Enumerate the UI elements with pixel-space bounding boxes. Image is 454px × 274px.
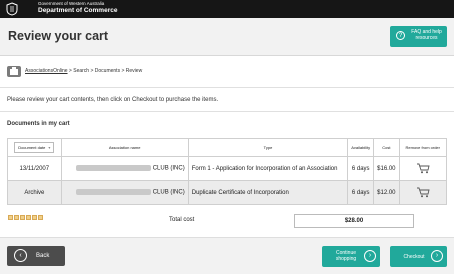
faq-help-button[interactable]: ? FAQ and help resources [390, 26, 447, 47]
continue-shopping-button[interactable]: Continue shopping › [322, 246, 380, 267]
breadcrumb-review: Review [125, 68, 143, 74]
breadcrumb-documents[interactable]: Documents [95, 68, 120, 74]
table-header-row: Document date ▾ Association name Type Ava… [7, 138, 447, 157]
redacted-name [75, 165, 151, 172]
back-label: Back [36, 253, 50, 259]
pagination-control[interactable] [32, 215, 37, 220]
continue-shopping-label: Continue shopping [335, 250, 357, 262]
checkout-label: Checkout [403, 254, 425, 260]
cell-cost: $16.00 [373, 156, 400, 181]
sort-arrow-icon: ▾ [48, 145, 51, 150]
cell-type: Form 1 - Application for Incorporation o… [187, 156, 349, 181]
cell-association: CLUB (INC) [60, 156, 189, 181]
government-banner: Government of Western Australia Departme… [0, 0, 454, 18]
column-header-date[interactable]: Document date ▾ [7, 138, 62, 157]
redacted-name [75, 189, 151, 196]
footer-bar: ‹ Back Continue shopping › Checkout › [0, 237, 454, 274]
arrow-right-icon: › [431, 250, 443, 262]
government-name: Government of Western Australia [38, 1, 105, 6]
breadcrumb-separator: > [68, 68, 72, 74]
cell-remove [398, 156, 447, 181]
cell-date: 13/11/2007 [7, 156, 62, 181]
cell-date: Archive [7, 180, 62, 205]
home-crumb-button[interactable] [7, 66, 21, 77]
breadcrumb-home[interactable]: AssociationsOnline [25, 68, 68, 74]
divider [0, 111, 454, 112]
cell-availability: 6 days [347, 156, 375, 181]
divider [0, 87, 454, 88]
date-sort-control[interactable]: Document date ▾ [14, 142, 55, 153]
cell-availability: 6 days [347, 180, 375, 205]
table-row: Archive CLUB (INC) Duplicate Certificate… [7, 180, 447, 205]
faq-help-label: FAQ and help resources [411, 29, 442, 41]
page-title: Review your cart [8, 29, 109, 43]
intro-text: Please review your cart contents, then c… [7, 97, 219, 103]
department-name: Department of Commerce [38, 6, 118, 14]
date-header-label: Document date [18, 145, 46, 150]
column-header-cost: Cost [373, 138, 400, 157]
pagination-control[interactable] [14, 215, 19, 220]
pagination [8, 207, 44, 220]
total-cost-value: $28.00 [294, 214, 414, 228]
table-row: 13/11/2007 CLUB (INC) Form 1 - Applicati… [7, 156, 447, 181]
arrow-left-icon: ‹ [14, 249, 27, 262]
pagination-control[interactable] [8, 215, 13, 220]
page-header: Review your cart ? FAQ and help resource… [0, 18, 454, 56]
cell-remove [398, 180, 447, 205]
help-icon: ? [396, 31, 405, 40]
back-button[interactable]: ‹ Back [7, 246, 65, 266]
pagination-control[interactable] [26, 215, 31, 220]
home-icon [10, 67, 18, 75]
column-header-availability: Availability [347, 138, 375, 157]
checkout-button[interactable]: Checkout › [390, 246, 447, 267]
cell-type: Duplicate Certificate of Incorporation [187, 180, 349, 205]
cell-cost: $12.00 [373, 180, 400, 205]
breadcrumb-separator: > [90, 68, 94, 74]
column-header-remove: Remove from order [398, 138, 447, 157]
government-title: Government of Western Australia Departme… [38, 1, 118, 14]
column-header-association: Association name [60, 138, 189, 157]
association-suffix: CLUB (INC) [152, 189, 185, 196]
remove-cart-icon[interactable] [416, 187, 430, 198]
breadcrumb: AssociationsOnline > Search > Documents … [25, 68, 142, 74]
section-title: Documents in my cart [7, 121, 70, 127]
pagination-control[interactable] [38, 215, 43, 220]
crest-icon [6, 2, 18, 16]
association-suffix: CLUB (INC) [152, 165, 185, 172]
breadcrumb-search[interactable]: Search [73, 68, 89, 74]
cell-association: CLUB (INC) [60, 180, 189, 205]
cart-table: Document date ▾ Association name Type Ava… [7, 138, 447, 205]
column-header-type: Type [187, 138, 349, 157]
breadcrumb-separator: > [121, 68, 125, 74]
remove-cart-icon[interactable] [416, 163, 430, 174]
arrow-right-icon: › [364, 250, 376, 262]
total-cost-label: Total cost [169, 217, 195, 223]
pagination-control[interactable] [20, 215, 25, 220]
